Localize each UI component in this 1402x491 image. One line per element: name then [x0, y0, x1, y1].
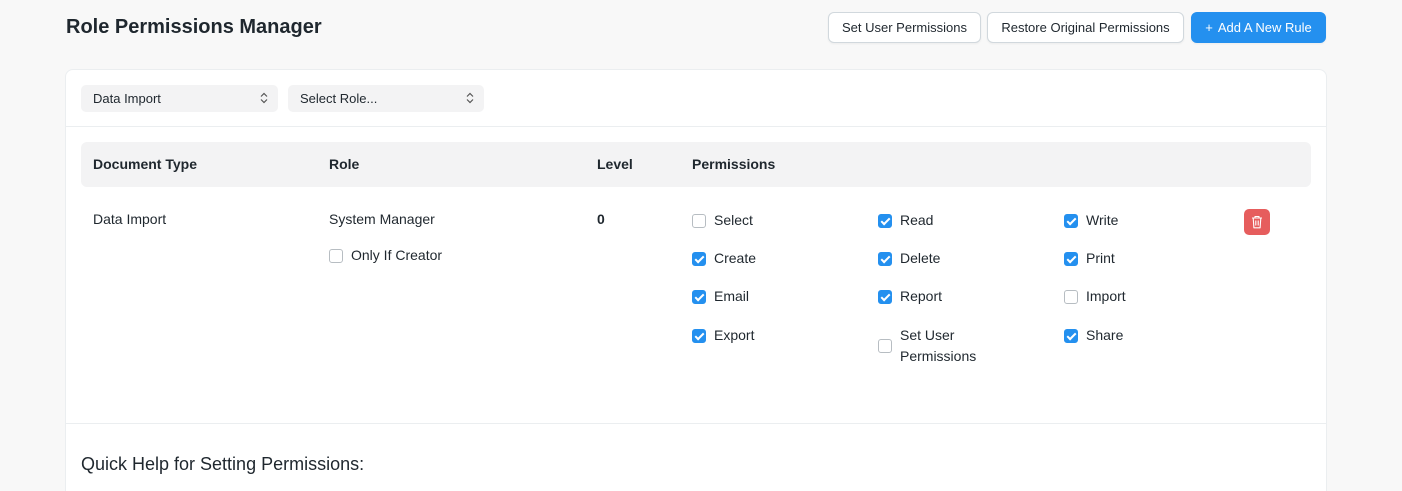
select-caret-icon: [260, 92, 268, 104]
checkbox-box[interactable]: [1064, 251, 1078, 266]
perm-read-label: Read: [900, 212, 934, 228]
checkbox-box[interactable]: [1064, 213, 1078, 228]
perm-select-label: Select: [714, 212, 753, 228]
trash-icon: [1252, 215, 1262, 229]
perm-delete-checkbox[interactable]: Delete: [878, 248, 940, 269]
role-select-value: Select Role...: [300, 91, 378, 106]
checkbox-box[interactable]: [329, 248, 343, 263]
add-new-rule-button[interactable]: + Add A New Rule: [1191, 12, 1326, 43]
perm-report-checkbox[interactable]: Report: [878, 286, 942, 307]
checkbox-box[interactable]: [692, 328, 706, 343]
doctype-select[interactable]: Data Import: [81, 85, 278, 112]
doctype-select-value: Data Import: [93, 91, 161, 106]
perm-write-label: Write: [1086, 212, 1119, 228]
perm-export-checkbox[interactable]: Export: [692, 325, 754, 346]
row-level: 0: [597, 211, 605, 227]
perm-export-label: Export: [714, 327, 755, 343]
only-if-creator-label: Only If Creator: [351, 247, 443, 263]
perm-select-checkbox[interactable]: Select: [692, 210, 753, 231]
header-role: Role: [329, 156, 360, 172]
checkbox-box[interactable]: [692, 251, 706, 266]
checkbox-box[interactable]: [1064, 289, 1078, 304]
perm-delete-label: Delete: [900, 250, 941, 266]
table-header: Document Type Role Level Permissions: [81, 142, 1311, 187]
perm-email-checkbox[interactable]: Email: [692, 286, 749, 307]
divider: [66, 126, 1326, 127]
checkbox-box[interactable]: [692, 289, 706, 304]
checkbox-box[interactable]: [878, 213, 892, 228]
checkbox-box[interactable]: [692, 213, 706, 228]
role-select[interactable]: Select Role...: [288, 85, 484, 112]
divider: [66, 423, 1326, 424]
permissions-card: Data Import Select Role... Document Type…: [65, 69, 1327, 491]
only-if-creator-checkbox[interactable]: Only If Creator: [329, 245, 442, 266]
perm-report-label: Report: [900, 288, 943, 304]
perm-import-checkbox[interactable]: Import: [1064, 286, 1126, 307]
perm-set-user-permissions-label: Set User Permissions: [900, 327, 977, 364]
delete-rule-button[interactable]: [1244, 209, 1270, 235]
perm-import-label: Import: [1086, 288, 1126, 304]
add-new-rule-label: Add A New Rule: [1217, 20, 1312, 35]
perm-share-checkbox[interactable]: Share: [1064, 325, 1123, 346]
select-caret-icon: [466, 92, 474, 104]
perm-print-checkbox[interactable]: Print: [1064, 248, 1115, 269]
quick-help-title: Quick Help for Setting Permissions:: [81, 454, 365, 474]
perm-create-label: Create: [714, 250, 757, 266]
restore-original-permissions-button[interactable]: Restore Original Permissions: [987, 12, 1184, 43]
row-document-type: Data Import: [93, 211, 167, 227]
perm-email-label: Email: [714, 288, 750, 304]
perm-read-checkbox[interactable]: Read: [878, 210, 933, 231]
plus-icon: +: [1205, 20, 1213, 35]
page-title: Role Permissions Manager: [66, 16, 322, 38]
perm-create-checkbox[interactable]: Create: [692, 248, 756, 269]
checkbox-box[interactable]: [878, 251, 892, 266]
row-role: System Manager: [329, 211, 435, 227]
perm-print-label: Print: [1086, 250, 1115, 266]
perm-share-label: Share: [1086, 327, 1124, 343]
perm-write-checkbox[interactable]: Write: [1064, 210, 1118, 231]
checkbox-box[interactable]: [878, 339, 892, 353]
set-user-permissions-button[interactable]: Set User Permissions: [828, 12, 981, 43]
checkbox-box[interactable]: [878, 289, 892, 304]
header-permissions: Permissions: [692, 156, 776, 172]
header-document-type: Document Type: [93, 156, 197, 172]
perm-set-user-permissions-checkbox[interactable]: Set User Permissions: [878, 325, 988, 367]
header-level: Level: [597, 156, 633, 172]
checkbox-box[interactable]: [1064, 328, 1078, 343]
